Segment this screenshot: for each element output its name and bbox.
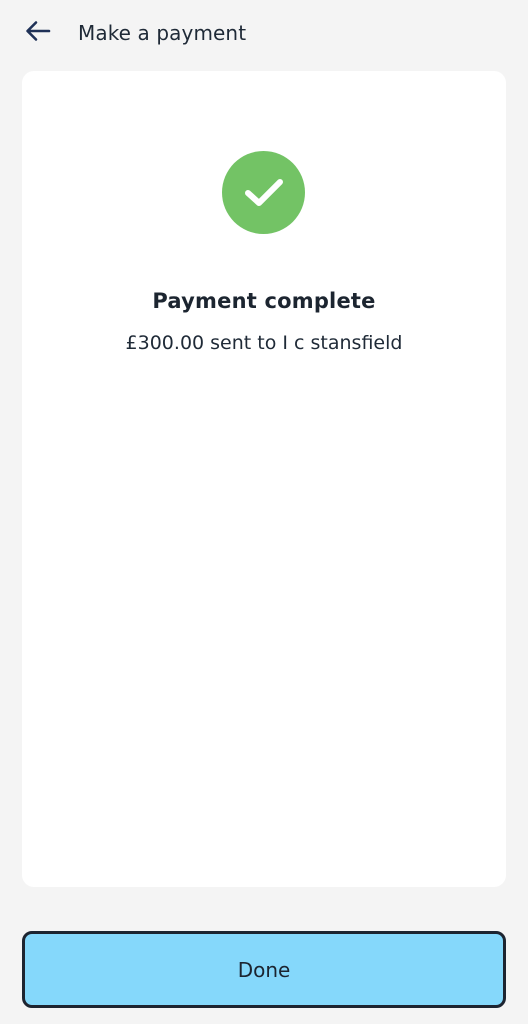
- done-button[interactable]: Done: [22, 931, 506, 1008]
- check-circle-icon: [222, 151, 305, 234]
- payment-status-title: Payment complete: [152, 289, 376, 313]
- arrow-left-icon: [25, 20, 51, 46]
- payment-result-card: Payment complete £300.00 sent to I c sta…: [22, 71, 506, 887]
- back-button[interactable]: [20, 16, 56, 50]
- app-header: Make a payment: [0, 0, 528, 66]
- page-title: Make a payment: [78, 21, 247, 45]
- payment-status-detail: £300.00 sent to I c stansfield: [125, 332, 403, 354]
